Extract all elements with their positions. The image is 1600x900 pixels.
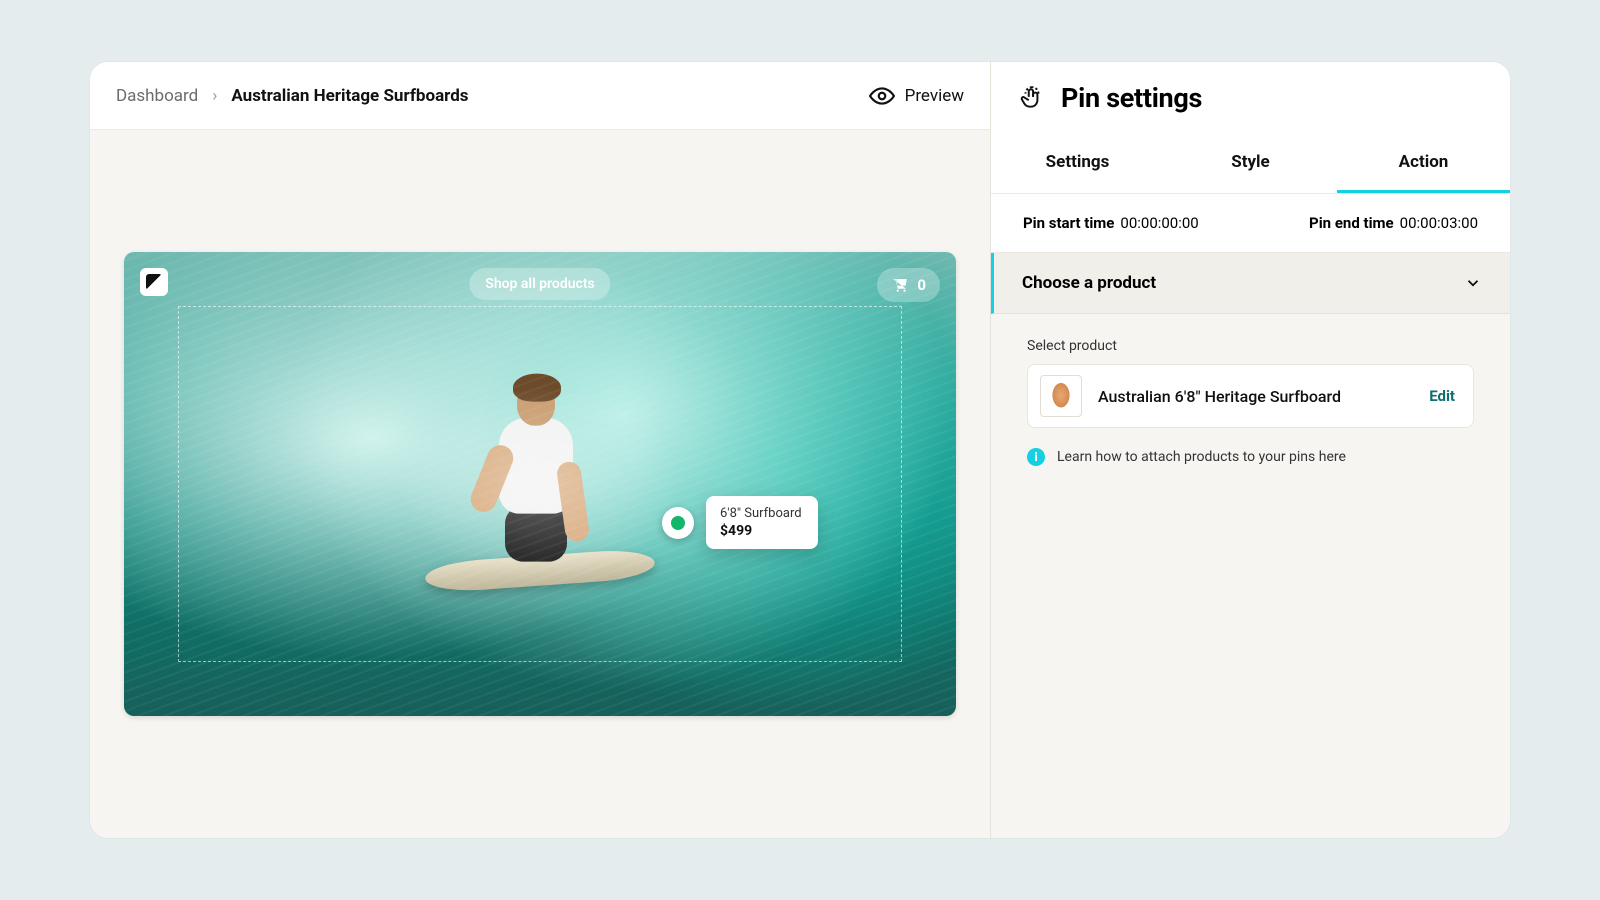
preview-label: Preview <box>905 86 964 106</box>
hotspot-tooltip: 6'8" Surfboard $499 <box>706 496 818 549</box>
video-preview[interactable]: Shop all products 0 6'8" Surfboard $499 <box>124 252 956 716</box>
info-icon: i <box>1027 448 1045 466</box>
selected-product-card: Australian 6'8" Heritage Surfboard Edit <box>1027 364 1474 428</box>
product-name: Australian 6'8" Heritage Surfboard <box>1098 387 1413 406</box>
sidebar-tabs: Settings Style Action <box>991 134 1510 193</box>
edit-product-button[interactable]: Edit <box>1429 387 1455 405</box>
tab-settings[interactable]: Settings <box>991 134 1164 193</box>
product-thumbnail <box>1040 375 1082 417</box>
choose-product-section-header[interactable]: Choose a product <box>991 253 1510 314</box>
sidebar: Pin settings Settings Style Action Pin s… <box>990 62 1510 838</box>
app-window: Dashboard › Australian Heritage Surfboar… <box>90 62 1510 838</box>
pin-start-time: Pin start time00:00:00:00 <box>1023 214 1199 232</box>
hotspot-marker-icon[interactable] <box>662 507 694 539</box>
product-hotspot[interactable]: 6'8" Surfboard $499 <box>662 496 818 549</box>
sidebar-title: Pin settings <box>1061 82 1202 114</box>
brand-logo-chip <box>140 268 168 296</box>
section-title: Choose a product <box>1022 273 1156 293</box>
cart-icon <box>891 276 909 294</box>
breadcrumb-current: Australian Heritage Surfboards <box>231 86 468 106</box>
sidebar-header: Pin settings <box>991 62 1510 134</box>
chevron-down-icon <box>1464 274 1482 292</box>
hotspot-price: $499 <box>720 523 804 539</box>
pin-times: Pin start time00:00:00:00 Pin end time00… <box>991 193 1510 253</box>
helper-link[interactable]: i Learn how to attach products to your p… <box>1027 448 1474 466</box>
pin-end-time: Pin end time00:00:03:00 <box>1309 214 1478 232</box>
cart-count: 0 <box>917 276 926 294</box>
canvas-area: Shop all products 0 6'8" Surfboard $499 <box>90 130 990 838</box>
breadcrumb-root[interactable]: Dashboard <box>116 86 198 106</box>
main-panel: Dashboard › Australian Heritage Surfboar… <box>90 62 990 838</box>
cart-button[interactable]: 0 <box>877 268 940 302</box>
preview-button[interactable]: Preview <box>869 83 964 109</box>
select-product-label: Select product <box>1027 338 1474 354</box>
safe-zone-guide <box>178 306 902 662</box>
choose-product-section-body: Select product Australian 6'8" Heritage … <box>991 314 1510 490</box>
hotspot-title: 6'8" Surfboard <box>720 506 804 521</box>
chevron-right-icon: › <box>212 86 217 106</box>
eye-icon <box>869 83 895 109</box>
tap-icon <box>1019 85 1045 111</box>
tab-action[interactable]: Action <box>1337 134 1510 193</box>
shop-all-button[interactable]: Shop all products <box>469 268 610 300</box>
helper-text: Learn how to attach products to your pin… <box>1057 449 1346 465</box>
topbar: Dashboard › Australian Heritage Surfboar… <box>90 62 990 130</box>
tab-style[interactable]: Style <box>1164 134 1337 193</box>
breadcrumb: Dashboard › Australian Heritage Surfboar… <box>116 86 469 106</box>
